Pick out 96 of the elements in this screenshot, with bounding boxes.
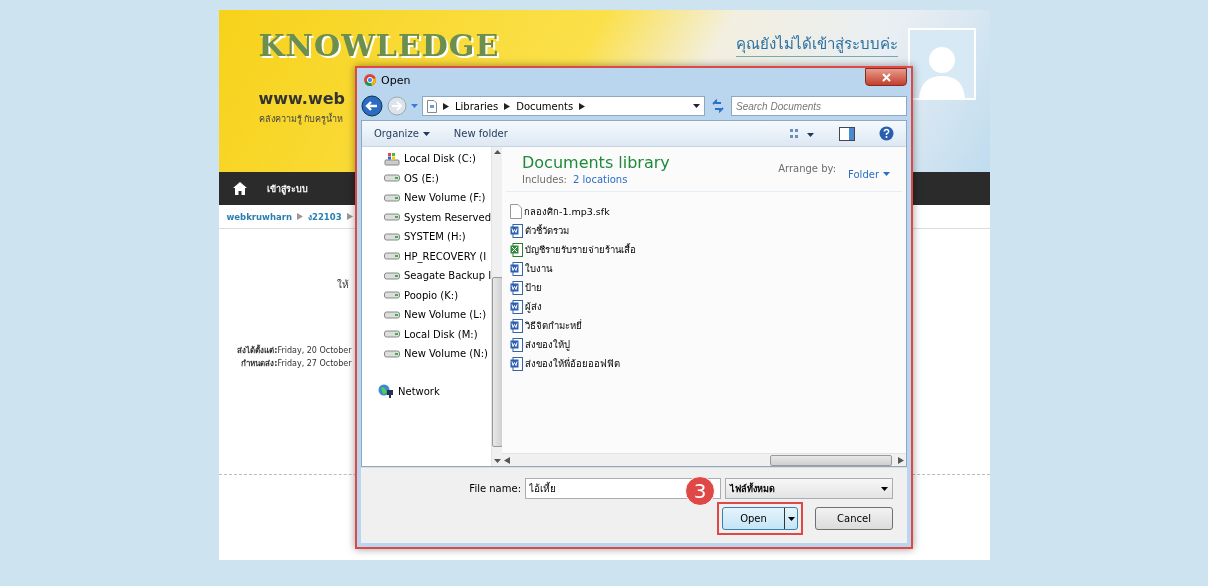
file-icon bbox=[510, 204, 522, 219]
history-dropdown-icon[interactable] bbox=[411, 104, 418, 108]
drive-icon bbox=[384, 252, 400, 261]
file-item[interactable]: ตัวชี้วัดรวม bbox=[510, 221, 906, 240]
includes-label: Includes: bbox=[522, 174, 567, 185]
word-document-icon bbox=[510, 261, 523, 276]
file-name-label: File name: bbox=[469, 483, 521, 494]
step-badge: 3 bbox=[685, 476, 715, 506]
nav-pane-item[interactable]: New Volume (N:) bbox=[384, 344, 492, 364]
drive-icon bbox=[384, 291, 400, 300]
vertical-scrollbar[interactable] bbox=[491, 147, 504, 466]
login-link[interactable]: เข้าสู่ระบบ bbox=[266, 181, 308, 196]
drive-icon bbox=[384, 330, 400, 339]
preview-pane-icon[interactable] bbox=[839, 126, 855, 141]
dropdown-arrow-icon bbox=[787, 516, 795, 521]
site-url: www.web bbox=[258, 89, 345, 108]
site-logo: KNOWLEDGE bbox=[258, 28, 500, 63]
word-document-icon bbox=[510, 299, 523, 314]
drive-icon bbox=[384, 349, 400, 358]
address-segment[interactable]: Libraries bbox=[455, 100, 499, 112]
scroll-down-arrow-icon[interactable] bbox=[494, 456, 502, 466]
nav-pane-item[interactable]: SYSTEM (H:) bbox=[384, 227, 492, 247]
drive-icon bbox=[384, 193, 400, 202]
word-document-icon bbox=[510, 356, 523, 371]
word-document-icon bbox=[510, 337, 523, 352]
breadcrumb-link[interactable]: webkruwharn bbox=[226, 211, 292, 222]
file-item[interactable]: ผู้ส่ง bbox=[510, 297, 906, 316]
date-line: กำหนดส่ง:Friday, 27 October bbox=[241, 358, 352, 370]
close-button[interactable] bbox=[865, 68, 907, 86]
arrow-icon bbox=[579, 102, 586, 110]
file-item[interactable]: วิธีจิตกำมะหยี่ bbox=[510, 316, 906, 335]
home-icon[interactable] bbox=[232, 182, 247, 195]
breadcrumb-link[interactable]: ง22103 bbox=[308, 209, 342, 224]
nav-pane-item[interactable]: System Reserved bbox=[384, 207, 492, 227]
scroll-right-arrow-icon[interactable] bbox=[898, 456, 904, 464]
open-button[interactable]: Open bbox=[722, 507, 798, 530]
address-segment[interactable]: Documents bbox=[516, 100, 574, 112]
close-icon bbox=[881, 72, 891, 82]
file-item[interactable]: ส่งของให้พี่อ้อยออฟฟิต bbox=[510, 354, 906, 373]
system-drive-icon bbox=[384, 151, 400, 166]
dropdown-arrow-icon bbox=[422, 131, 430, 136]
dropdown-arrow-icon bbox=[881, 486, 888, 491]
file-item[interactable]: ใบงาน bbox=[510, 259, 906, 278]
drive-icon bbox=[384, 232, 400, 241]
locations-link[interactable]: 2 locations bbox=[573, 174, 628, 185]
nav-pane-item[interactable]: Local Disk (M:) bbox=[384, 324, 492, 344]
drive-icon bbox=[384, 213, 400, 222]
address-dropdown-icon[interactable] bbox=[693, 104, 700, 108]
help-icon[interactable] bbox=[879, 126, 894, 141]
cancel-button[interactable]: Cancel bbox=[815, 507, 893, 530]
file-type-dropdown[interactable]: ไฟล์ทั้งหมด bbox=[725, 478, 893, 499]
file-item[interactable]: กลองศิก-1.mp3.sfk bbox=[510, 202, 906, 221]
arrow-icon bbox=[504, 102, 511, 110]
horizontal-scrollbar[interactable] bbox=[502, 453, 906, 466]
arrow-icon bbox=[346, 213, 353, 220]
nav-pane-item[interactable]: New Volume (L:) bbox=[384, 305, 492, 325]
nav-pane-item[interactable]: New Volume (F:) bbox=[384, 188, 492, 208]
nav-pane-item[interactable]: Local Disk (C:) bbox=[384, 149, 492, 169]
scroll-up-arrow-icon[interactable] bbox=[494, 147, 502, 157]
word-document-icon bbox=[510, 318, 523, 333]
word-document-icon bbox=[510, 223, 523, 238]
new-folder-button[interactable]: New folder bbox=[453, 128, 508, 139]
nav-pane-item[interactable]: OS (E:) bbox=[384, 168, 492, 188]
back-button[interactable] bbox=[361, 95, 383, 117]
spreadsheet-icon bbox=[510, 242, 523, 257]
address-bar[interactable]: Libraries Documents bbox=[422, 96, 705, 116]
arrow-icon bbox=[443, 102, 449, 110]
drive-icon bbox=[384, 174, 400, 183]
avatar-placeholder bbox=[907, 28, 976, 100]
library-title: Documents library bbox=[522, 153, 670, 172]
view-options-icon[interactable] bbox=[789, 127, 815, 140]
date-line: ส่งได้ตั้งแต่:Friday, 20 October bbox=[237, 344, 352, 357]
dialog-title: Open bbox=[381, 73, 412, 87]
login-status: คุณยังไม่ได้เข้าสู่ระบบค่ะ bbox=[735, 28, 898, 57]
organize-button[interactable]: Organize bbox=[374, 128, 430, 139]
arrange-by-dropdown[interactable]: Folder bbox=[848, 163, 890, 185]
search-field[interactable]: Search Documents bbox=[731, 96, 907, 116]
dropdown-arrow-icon bbox=[883, 172, 890, 176]
scroll-left-arrow-icon[interactable] bbox=[504, 456, 510, 464]
arrow-icon bbox=[297, 213, 303, 220]
network-icon bbox=[378, 383, 394, 399]
drive-icon bbox=[384, 271, 400, 280]
word-document-icon bbox=[510, 280, 523, 295]
nav-pane-item[interactable]: Poopio (K:) bbox=[384, 285, 492, 305]
arrange-by-label: Arrange by: bbox=[778, 163, 837, 176]
assignment-text: ให้ bbox=[336, 278, 349, 292]
file-item[interactable]: บัญชีรายรับรายจ่ายร้านเสื้อ bbox=[510, 240, 906, 259]
file-item[interactable]: ส่งของให้ปู bbox=[510, 335, 906, 354]
browser-icon bbox=[364, 74, 376, 86]
file-item[interactable]: ป้าย bbox=[510, 278, 906, 297]
nav-pane-item[interactable]: Network bbox=[378, 381, 492, 401]
site-tagline: คลังความรู้ กับครูน้ำห bbox=[258, 112, 344, 126]
nav-pane-item[interactable]: HP_RECOVERY (I bbox=[384, 246, 492, 266]
library-icon bbox=[427, 99, 437, 113]
drive-icon bbox=[384, 310, 400, 319]
nav-pane-item[interactable]: Seagate Backup I bbox=[384, 266, 492, 286]
